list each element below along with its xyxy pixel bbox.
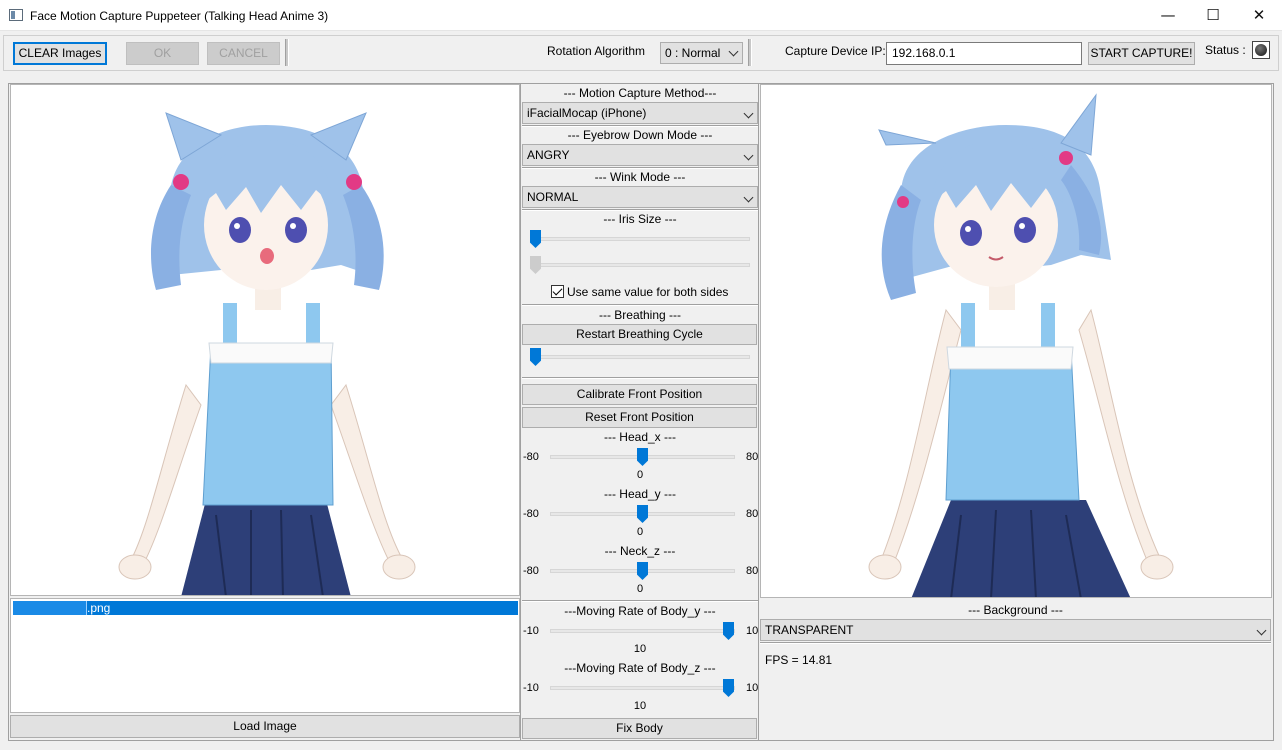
neck-z-value: 0 [636,583,644,595]
eyebrow-down-mode-select[interactable]: ANGRY [522,144,758,166]
motion-capture-method-title: --- Motion Capture Method--- [563,86,717,100]
window-title: Face Motion Capture Puppeteer (Talking H… [30,9,329,23]
source-image [10,84,520,596]
fps-readout: FPS = 14.81 [765,653,833,667]
motion-capture-method-value: iFacialMocap (iPhone) [527,106,647,120]
divider [522,377,758,379]
capture-ip-label: Capture Device IP: [785,44,886,58]
calibrate-front-button[interactable]: Calibrate Front Position [522,384,757,405]
load-image-button[interactable]: Load Image [10,715,520,738]
toolbar-separator [748,39,752,66]
divider [522,167,758,169]
neck-z-min: -80 [523,565,539,577]
fix-body-button[interactable]: Fix Body [522,718,757,739]
body-y-value: 10 [633,643,647,655]
output-character-image [868,93,1174,597]
head-y-max: 80 [746,508,759,520]
background-title: --- Background --- [968,603,1063,617]
head-y-title: --- Head_y --- [603,487,676,501]
body-z-value: 10 [633,700,647,712]
body-z-title: ---Moving Rate of Body_z --- [564,661,716,675]
rotation-algorithm-select[interactable]: 0 : Normal [660,42,743,64]
divider [760,642,1271,644]
chevron-down-icon [743,150,754,161]
cancel-button[interactable]: CANCEL [207,42,280,65]
body-y-slider[interactable] [550,629,735,633]
eyebrow-down-mode-value: ANGRY [527,148,570,162]
body-y-min: -10 [523,625,539,637]
rotation-algorithm-value: 0 : Normal [665,46,721,60]
source-character-image [118,112,416,595]
head-y-value: 0 [636,526,644,538]
chevron-down-icon [1256,625,1267,636]
maximize-button[interactable]: ☐ [1190,0,1236,31]
image-file-list[interactable]: .png [10,598,520,713]
title-bar: Face Motion Capture Puppeteer (Talking H… [0,0,1282,31]
neck-z-max: 80 [746,565,759,577]
body-y-title: ---Moving Rate of Body_y --- [564,604,716,618]
head-x-max: 80 [746,451,759,463]
status-label: Status : [1205,43,1246,57]
rotation-algorithm-label: Rotation Algorithm [547,44,646,58]
chevron-down-icon [728,46,739,57]
body-z-slider[interactable] [550,686,735,690]
body-z-min: -10 [523,682,539,694]
chevron-down-icon [743,108,754,119]
body-y-max: 10 [746,625,759,637]
capture-ip-input[interactable]: 192.168.0.1 [886,42,1082,65]
divider [522,304,758,306]
head-x-value: 0 [636,469,644,481]
head-y-min: -80 [523,508,539,520]
wink-mode-select[interactable]: NORMAL [522,186,758,208]
wink-mode-title: --- Wink Mode --- [594,170,686,184]
list-item[interactable]: .png [13,601,518,615]
divider [522,209,758,211]
iris-size-title: --- Iris Size --- [603,212,677,226]
background-value: TRANSPARENT [765,623,854,637]
same-value-checkbox[interactable] [551,285,564,298]
breathing-title: --- Breathing --- [598,308,681,322]
start-capture-button[interactable]: START CAPTURE! [1088,42,1195,65]
wink-mode-value: NORMAL [527,190,579,204]
head-x-min: -80 [523,451,539,463]
filename-highlight [13,601,87,615]
app-icon [9,9,23,21]
chevron-down-icon [743,192,754,203]
divider [522,125,758,127]
background-select[interactable]: TRANSPARENT [760,619,1271,641]
output-image [760,84,1272,598]
neck-z-title: --- Neck_z --- [604,544,676,558]
toolbar-separator [285,39,289,66]
close-button[interactable]: ✕ [1236,0,1282,31]
iris-size-right-slider[interactable] [530,263,750,267]
selected-filename: .png [87,601,111,615]
eyebrow-down-mode-title: --- Eyebrow Down Mode --- [567,128,713,142]
body-z-max: 10 [746,682,759,694]
motion-capture-method-select[interactable]: iFacialMocap (iPhone) [522,102,758,124]
same-value-label: Use same value for both sides [567,285,729,299]
ok-button[interactable]: OK [126,42,199,65]
status-indicator-icon [1252,41,1270,59]
breathing-slider[interactable] [530,355,750,359]
clear-images-button[interactable]: CLEAR Images [13,42,107,65]
reset-front-button[interactable]: Reset Front Position [522,407,757,428]
divider [522,600,758,602]
head-x-title: --- Head_x --- [603,430,676,444]
restart-breathing-button[interactable]: Restart Breathing Cycle [522,324,757,345]
minimize-button[interactable]: — [1145,0,1191,31]
toolbar: CLEAR Images OK CANCEL Rotation Algorith… [3,35,1279,71]
iris-size-left-slider[interactable] [530,237,750,241]
